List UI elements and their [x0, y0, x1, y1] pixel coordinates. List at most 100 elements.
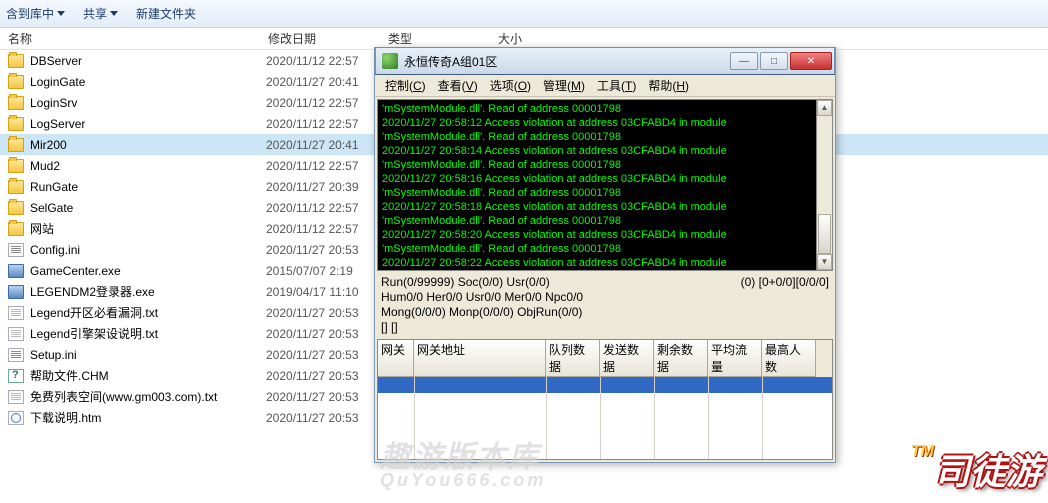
explorer-toolbar: 含到库中 共享 新建文件夹 — [0, 0, 1048, 28]
file-name: 下载说明.htm — [30, 409, 260, 426]
folder-icon — [8, 117, 24, 131]
file-date: 2015/07/07 2:19 — [266, 264, 353, 278]
minimize-button[interactable]: — — [730, 52, 758, 70]
file-date: 2020/11/12 22:57 — [266, 54, 359, 68]
status-counts: (0) [0+0/0][0/0/0] — [741, 275, 829, 290]
menu-m[interactable]: 管理(M) — [537, 75, 591, 96]
grid-col[interactable]: 剩余数据 — [654, 340, 708, 377]
menu-v[interactable]: 查看(V) — [432, 75, 484, 96]
col-name[interactable]: 名称 — [0, 28, 260, 49]
toolbar-include[interactable]: 含到库中 — [6, 5, 65, 22]
folder-icon — [8, 96, 24, 110]
folder-icon — [8, 75, 24, 89]
grid-col[interactable]: 平均流量 — [708, 340, 762, 377]
folder-icon — [8, 159, 24, 173]
file-date: 2020/11/27 20:53 — [266, 411, 359, 425]
file-name: LoginGate — [30, 75, 260, 89]
col-date[interactable]: 修改日期 — [260, 28, 380, 49]
console-line: 'mSystemModule.dll'. Read of address 000… — [382, 130, 828, 144]
file-name: DBServer — [30, 54, 260, 68]
console-line: 'mSystemModule.dll'. Read of address 000… — [382, 102, 828, 116]
file-name: RunGate — [30, 180, 260, 194]
file-name: Setup.ini — [30, 348, 260, 362]
file-date: 2020/11/12 22:57 — [266, 222, 359, 236]
file-date: 2020/11/27 20:53 — [266, 369, 359, 383]
col-type[interactable]: 类型 — [380, 28, 490, 49]
grid-col[interactable]: 最高人数 — [762, 340, 816, 377]
console-line: 'mSystemModule.dll'. Read of address 000… — [382, 214, 828, 228]
file-name: 免费列表空间(www.gm003.com).txt — [30, 388, 260, 405]
chevron-down-icon — [110, 11, 118, 16]
grid-col[interactable]: 发送数据 — [600, 340, 654, 377]
file-date: 2020/11/12 22:57 — [266, 117, 359, 131]
file-name: SelGate — [30, 201, 260, 215]
menu-o[interactable]: 选项(O) — [484, 75, 537, 96]
file-name: GameCenter.exe — [30, 264, 260, 278]
file-name: Legend开区必看漏洞.txt — [30, 304, 260, 321]
status-mong: Mong(0/0/0) Monp(0/0/0) ObjRun(0/0) — [381, 305, 829, 320]
console-line: 'mSystemModule.dll'. Read of address 000… — [382, 158, 828, 172]
file-name: 帮助文件.CHM — [30, 367, 260, 384]
file-date: 2020/11/27 20:53 — [266, 348, 359, 362]
titlebar[interactable]: 永恒传奇A组01区 — □ ✕ — [375, 47, 835, 75]
file-date: 2020/11/12 22:57 — [266, 159, 359, 173]
maximize-button[interactable]: □ — [760, 52, 788, 70]
scroll-down-icon[interactable]: ▼ — [817, 254, 832, 270]
grid-col[interactable]: 网关地址 — [414, 340, 546, 377]
txt-icon — [8, 306, 24, 320]
toolbar-newfolder[interactable]: 新建文件夹 — [136, 5, 196, 22]
chm-icon — [8, 369, 24, 383]
menubar: 控制(C)查看(V)选项(O)管理(M)工具(T)帮助(H) — [375, 75, 835, 97]
file-date: 2019/04/17 11:10 — [266, 285, 359, 299]
toolbar-share[interactable]: 共享 — [83, 5, 118, 22]
file-date: 2020/11/27 20:41 — [266, 75, 359, 89]
file-date: 2020/11/27 20:41 — [266, 138, 359, 152]
file-name: Config.ini — [30, 243, 260, 257]
status-run: Run(0/99999) Soc(0/0) Usr(0/0) — [381, 275, 550, 290]
folder-icon — [8, 222, 24, 236]
console-line: 2020/11/27 20:58:18 Access violation at … — [382, 200, 828, 214]
menu-c[interactable]: 控制(C) — [379, 75, 432, 96]
console-line: 2020/11/27 20:58:16 Access violation at … — [382, 172, 828, 186]
console-line: 'mSystemModule.dll'. Read of address 000… — [382, 270, 828, 271]
file-name: Legend引擎架设说明.txt — [30, 325, 260, 342]
scroll-up-icon[interactable]: ▲ — [817, 100, 832, 116]
file-date: 2020/11/27 20:53 — [266, 327, 359, 341]
txt-icon — [8, 390, 24, 404]
gateway-grid[interactable]: 网关网关地址队列数据发送数据剩余数据平均流量最高人数 — [377, 339, 833, 460]
scroll-thumb[interactable] — [818, 214, 831, 254]
console-line: 2020/11/27 20:58:14 Access violation at … — [382, 144, 828, 158]
folder-icon — [8, 180, 24, 194]
console-log[interactable]: 'mSystemModule.dll'. Read of address 000… — [377, 99, 833, 271]
console-line: 2020/11/27 20:58:22 Access violation at … — [382, 256, 828, 270]
exe-icon — [8, 285, 24, 299]
ini-icon — [8, 348, 24, 362]
ini-icon — [8, 243, 24, 257]
file-name: Mir200 — [30, 138, 260, 152]
close-button[interactable]: ✕ — [790, 52, 832, 70]
app-icon — [382, 53, 398, 69]
game-engine-window: 永恒传奇A组01区 — □ ✕ 控制(C)查看(V)选项(O)管理(M)工具(T… — [374, 47, 836, 463]
window-title: 永恒传奇A组01区 — [404, 53, 724, 70]
console-line: 'mSystemModule.dll'. Read of address 000… — [382, 242, 828, 256]
exe-icon — [8, 264, 24, 278]
file-date: 2020/11/27 20:53 — [266, 243, 359, 257]
file-name: 网站 — [30, 220, 260, 237]
console-line: 2020/11/27 20:58:20 Access violation at … — [382, 228, 828, 242]
folder-icon — [8, 138, 24, 152]
console-line: 2020/11/27 20:58:12 Access violation at … — [382, 116, 828, 130]
grid-selected-row[interactable] — [378, 377, 832, 393]
file-date: 2020/11/27 20:53 — [266, 306, 359, 320]
watermark-situyou: TM司徒游 — [911, 443, 1042, 495]
grid-col[interactable]: 队列数据 — [546, 340, 600, 377]
file-name: LogServer — [30, 117, 260, 131]
col-size[interactable]: 大小 — [490, 28, 570, 49]
folder-icon — [8, 201, 24, 215]
menu-h[interactable]: 帮助(H) — [642, 75, 695, 96]
folder-icon — [8, 54, 24, 68]
grid-col[interactable]: 网关 — [378, 340, 414, 377]
scrollbar[interactable]: ▲ ▼ — [816, 100, 832, 270]
txt-icon — [8, 327, 24, 341]
file-date: 2020/11/27 20:39 — [266, 180, 359, 194]
menu-t[interactable]: 工具(T) — [591, 75, 642, 96]
